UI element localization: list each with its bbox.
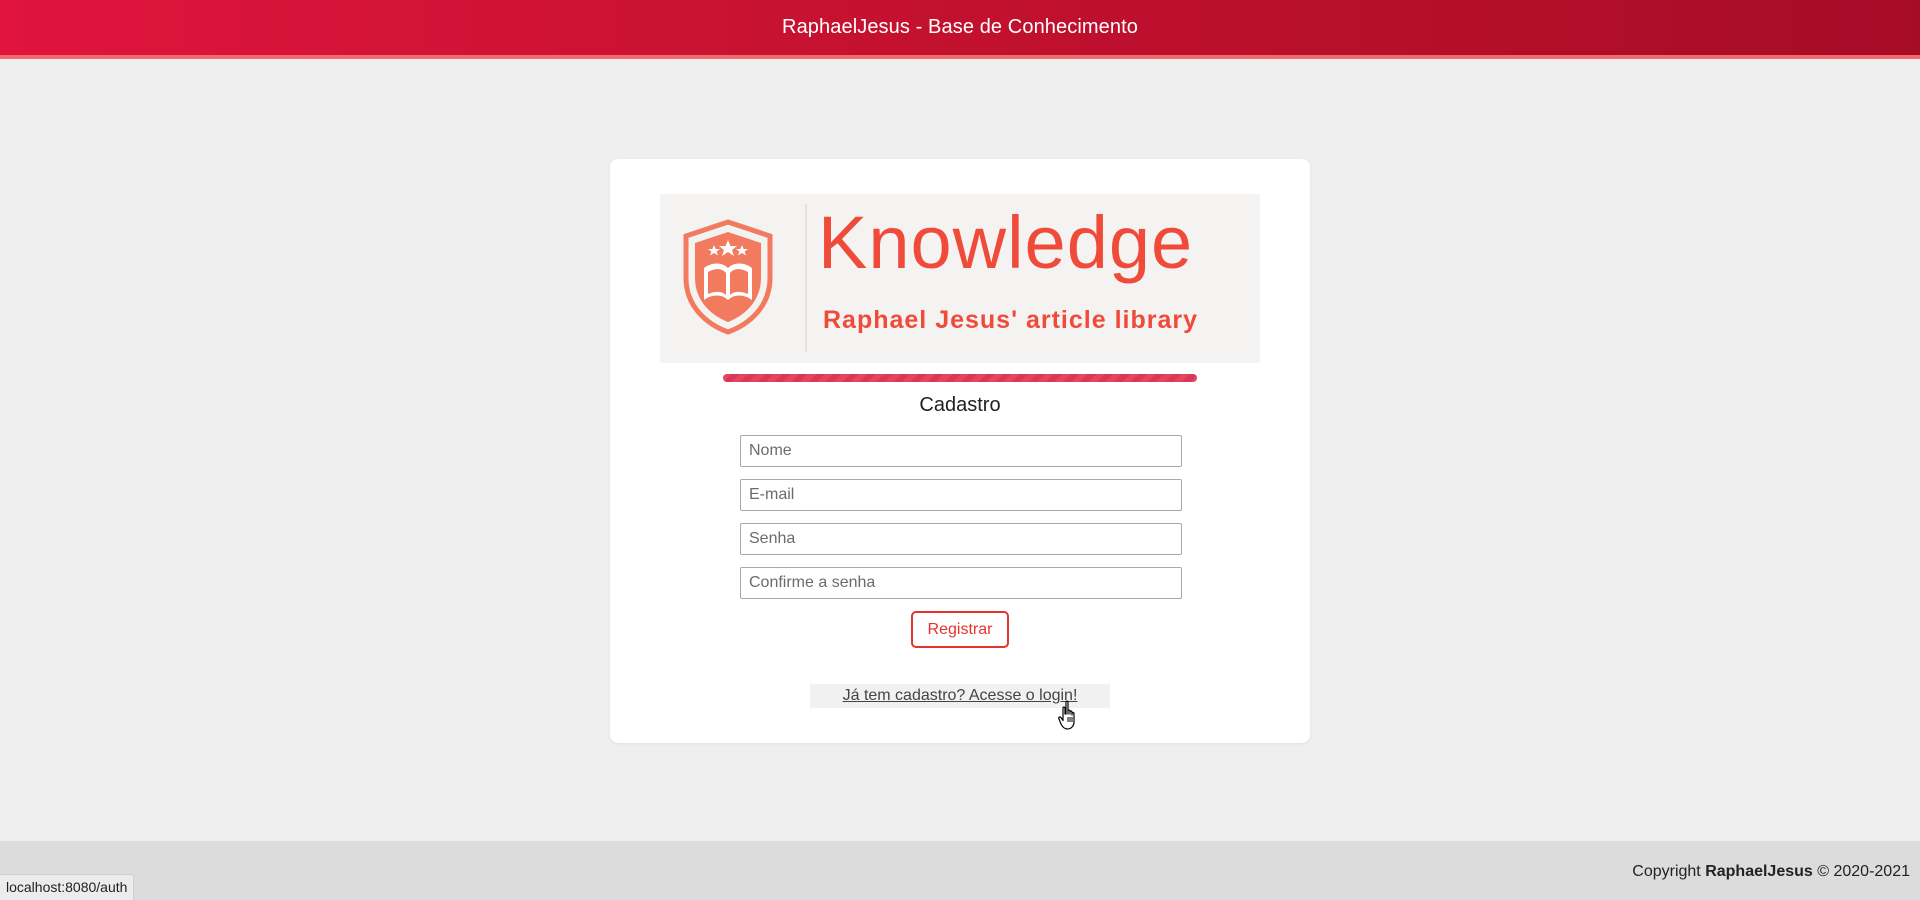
knowledge-logo: Knowledge Raphael Jesus' article library xyxy=(660,194,1260,363)
confirm-password-input[interactable] xyxy=(740,567,1182,599)
password-input[interactable] xyxy=(740,523,1182,555)
email-input[interactable] xyxy=(740,479,1182,511)
register-button[interactable]: Registrar xyxy=(911,611,1009,648)
app-header: RaphaelJesus - Base de Conhecimento xyxy=(0,0,1920,59)
copyright-name: RaphaelJesus xyxy=(1705,863,1813,880)
name-input[interactable] xyxy=(740,435,1182,467)
logo-subtitle: Raphael Jesus' article library xyxy=(823,306,1199,334)
copyright-prefix: Copyright xyxy=(1632,863,1706,880)
striped-divider xyxy=(723,374,1197,382)
form-title: Cadastro xyxy=(919,394,1001,416)
shield-book-icon xyxy=(683,219,773,335)
hand-cursor-icon xyxy=(1058,700,1075,730)
header-title[interactable]: RaphaelJesus - Base de Conhecimento xyxy=(782,16,1138,39)
logo-divider xyxy=(805,204,807,352)
status-bar-url: localhost:8080/auth xyxy=(0,874,135,900)
copyright-text: Copyright RaphaelJesus © 2020-2021 xyxy=(1632,863,1910,881)
app-footer: Copyright RaphaelJesus © 2020-2021 xyxy=(0,841,1920,900)
copyright-suffix: © 2020-2021 xyxy=(1812,863,1910,880)
auth-card: Knowledge Raphael Jesus' article library… xyxy=(610,159,1310,743)
logo-title: Knowledge xyxy=(818,201,1194,284)
